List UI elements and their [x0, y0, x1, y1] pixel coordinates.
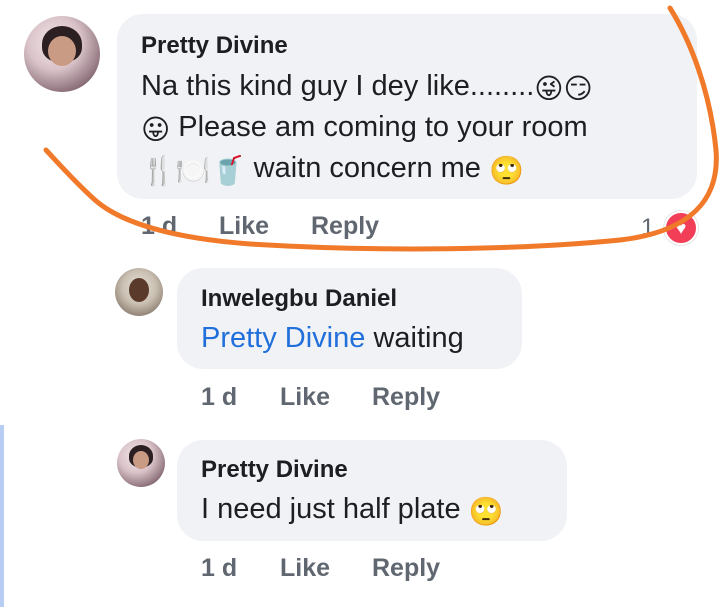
- avatar-face: [133, 451, 149, 469]
- avatar-face: [48, 36, 76, 66]
- reply-button[interactable]: Reply: [311, 212, 379, 241]
- comment-author[interactable]: Inwelegbu Daniel: [201, 285, 397, 313]
- tongue-emoji-icon: 😛: [141, 114, 171, 145]
- reaction-count[interactable]: 1: [641, 214, 654, 242]
- highlight-bar: [0, 425, 4, 607]
- eye-roll-emoji-icon: 🙄: [468, 496, 504, 527]
- mention-link[interactable]: Pretty Divine: [201, 322, 365, 354]
- reply-button[interactable]: Reply: [372, 554, 440, 583]
- love-reaction-icon[interactable]: ♥: [664, 211, 698, 245]
- like-button[interactable]: Like: [219, 212, 269, 241]
- eye-roll-emoji-icon: 🙄: [488, 155, 524, 186]
- comment-text-body: waiting: [365, 322, 464, 354]
- avatar[interactable]: [115, 268, 163, 316]
- comment-author[interactable]: Pretty Divine: [201, 456, 348, 484]
- comment-text: waitn concern me: [245, 152, 489, 184]
- comment-text-line-3: 🍴🍽️🥤 waitn concern me 🙄: [141, 148, 524, 188]
- wink-tongue-emoji-icon: 😜😏: [534, 73, 593, 104]
- comment-text: Na this kind guy I dey like........: [141, 70, 535, 102]
- comment-text-line-1: Na this kind guy I dey like........😜😏: [141, 66, 593, 106]
- like-button[interactable]: Like: [280, 554, 330, 583]
- reply-button[interactable]: Reply: [372, 383, 440, 412]
- like-button[interactable]: Like: [280, 383, 330, 412]
- comment-text-body: I need just half plate: [201, 493, 469, 525]
- avatar[interactable]: [24, 16, 100, 92]
- comment-author[interactable]: Pretty Divine: [141, 32, 288, 60]
- comment-text: Please am coming to your room: [170, 111, 588, 143]
- comment-timestamp: 1 d: [141, 212, 178, 240]
- comment-text: I need just half plate 🙄: [201, 489, 504, 529]
- avatar-face: [129, 278, 149, 302]
- comment-timestamp: 1 d: [201, 554, 238, 582]
- food-drink-emoji-icon: 🍴🍽️🥤: [141, 155, 246, 186]
- comment-text: Pretty Divine waiting: [201, 318, 464, 358]
- comment-timestamp: 1 d: [201, 383, 238, 411]
- comment-text-line-2: 😛 Please am coming to your room: [141, 107, 588, 147]
- avatar[interactable]: [117, 439, 165, 487]
- comment-thread: Pretty Divine Na this kind guy I dey lik…: [0, 0, 720, 607]
